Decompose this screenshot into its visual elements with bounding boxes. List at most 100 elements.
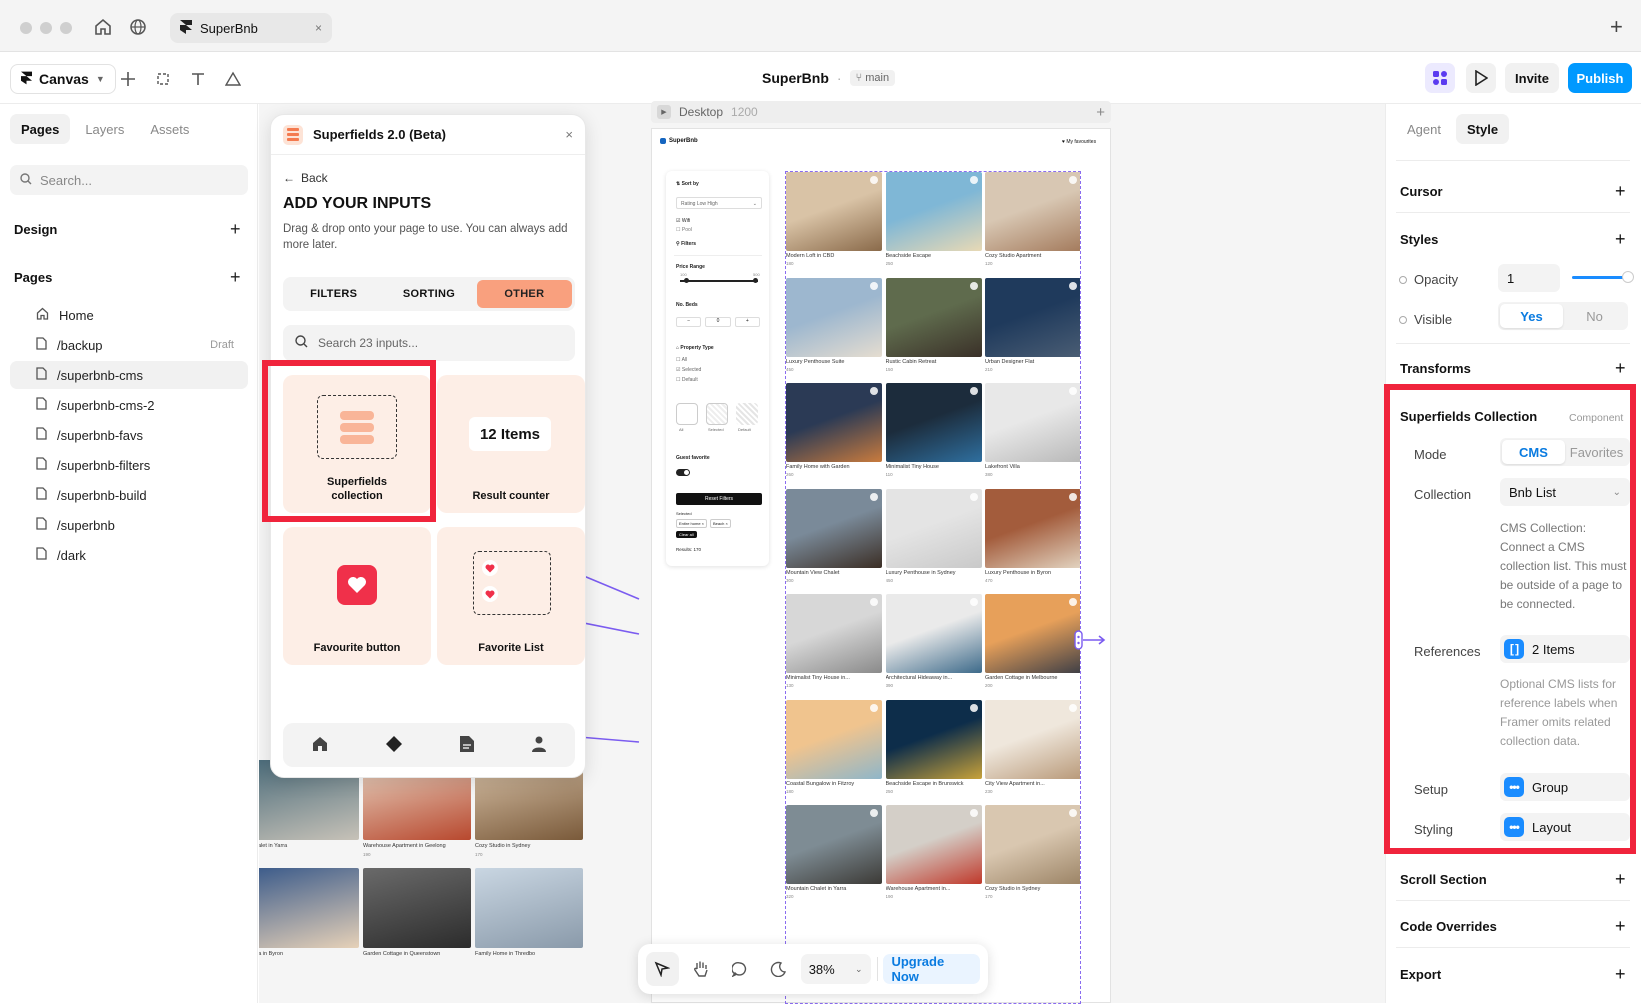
- listing-image[interactable]: [885, 594, 982, 673]
- listing-image[interactable]: [786, 172, 882, 251]
- add-page-icon[interactable]: +: [230, 268, 241, 286]
- listing-image[interactable]: [985, 383, 1080, 462]
- listing-image[interactable]: [363, 868, 471, 948]
- reset-filters-button[interactable]: Reset Filters: [676, 493, 762, 505]
- listing-grid[interactable]: Modern Loft in CBD 180 Beachside Escape 250…: [785, 171, 1081, 1004]
- page-item[interactable]: /superbnb: [10, 511, 248, 539]
- inputs-search-field[interactable]: Search 23 inputs...: [283, 325, 575, 361]
- favourite-heart-icon[interactable]: [969, 281, 978, 290]
- opacity-slider-handle[interactable]: [1622, 271, 1634, 283]
- comment-icon[interactable]: [723, 952, 756, 986]
- listing-image[interactable]: [885, 488, 982, 568]
- new-tab-button[interactable]: +: [1610, 14, 1623, 40]
- user-icon[interactable]: [532, 736, 546, 755]
- chip-entire-home[interactable]: Entire home ×: [676, 519, 708, 528]
- components-icon[interactable]: [386, 735, 402, 755]
- close-tab-icon[interactable]: ×: [315, 21, 322, 35]
- favorite-list-card[interactable]: Favorite List: [437, 527, 585, 665]
- page-item[interactable]: /superbnb-filters: [10, 451, 248, 479]
- tab-style[interactable]: Style: [1455, 114, 1510, 144]
- price-slider-max-handle[interactable]: [753, 278, 758, 283]
- visible-no-option[interactable]: No: [1563, 304, 1626, 328]
- listing-image[interactable]: [885, 383, 982, 462]
- page-item[interactable]: /dark: [10, 541, 248, 569]
- close-icon[interactable]: ×: [565, 127, 573, 142]
- listing-image[interactable]: [475, 868, 583, 948]
- type-default-tile[interactable]: [736, 403, 758, 425]
- favourite-heart-icon[interactable]: [1069, 176, 1077, 184]
- hand-tool-icon[interactable]: [685, 952, 718, 986]
- transforms-section[interactable]: Transforms: [1400, 361, 1471, 376]
- price-slider[interactable]: [680, 280, 758, 282]
- chip-beach[interactable]: Beach ×: [710, 519, 731, 528]
- type-default-checkbox[interactable]: ☐ Default: [676, 377, 698, 383]
- favourite-heart-icon[interactable]: [870, 281, 878, 290]
- publish-button[interactable]: Publish: [1568, 63, 1632, 93]
- favourite-heart-icon[interactable]: [870, 598, 878, 606]
- add-transform-icon[interactable]: +: [1615, 359, 1626, 377]
- clear-all-button[interactable]: Clear all: [676, 531, 697, 538]
- listing-image[interactable]: [786, 383, 882, 462]
- tab-pages[interactable]: Pages: [10, 114, 71, 144]
- tab-sorting[interactable]: SORTING: [381, 280, 476, 308]
- listing-image[interactable]: [985, 488, 1080, 568]
- favourite-heart-icon[interactable]: [870, 492, 878, 501]
- page-item[interactable]: /superbnb-build: [10, 481, 248, 509]
- tab-filters[interactable]: FILTERS: [286, 280, 381, 308]
- add-breakpoint-icon[interactable]: +: [1096, 104, 1105, 121]
- tab-layers[interactable]: Layers: [74, 114, 135, 144]
- resize-handle-icon[interactable]: [1074, 629, 1108, 654]
- page-item[interactable]: /backup Draft: [10, 331, 248, 359]
- favourite-heart-icon[interactable]: [870, 176, 878, 184]
- add-scroll-section-icon[interactable]: +: [1615, 870, 1626, 888]
- text-tool-icon[interactable]: [187, 68, 209, 90]
- listing-image[interactable]: [786, 488, 882, 568]
- type-all-checkbox[interactable]: ☐ All: [676, 357, 687, 363]
- favourite-heart-icon[interactable]: [969, 703, 978, 712]
- pool-checkbox[interactable]: ☐ Pool: [676, 227, 692, 233]
- browser-tab[interactable]: SuperBnb ×: [170, 13, 332, 43]
- favourite-heart-icon[interactable]: [969, 387, 978, 395]
- vector-tool-icon[interactable]: [222, 68, 244, 90]
- listing-image[interactable]: [885, 699, 982, 779]
- listing-image[interactable]: [786, 805, 882, 884]
- listing-image[interactable]: [885, 805, 982, 884]
- guest-favorite-toggle[interactable]: [676, 469, 690, 476]
- price-slider-min-handle[interactable]: [684, 278, 689, 283]
- branch-badge[interactable]: ⑂ main: [849, 70, 896, 86]
- favourite-heart-icon[interactable]: [969, 176, 978, 184]
- listing-image[interactable]: [885, 172, 982, 251]
- back-button[interactable]: ← Back: [283, 171, 328, 185]
- opacity-slider[interactable]: [1572, 276, 1628, 279]
- favourite-heart-icon[interactable]: [870, 809, 878, 817]
- favourite-button-card[interactable]: Favourite button: [283, 527, 431, 665]
- tab-agent[interactable]: Agent: [1396, 114, 1452, 144]
- export-section[interactable]: Export: [1400, 967, 1441, 982]
- beds-increment-button[interactable]: +: [734, 317, 760, 327]
- play-icon[interactable]: ▶: [657, 105, 671, 119]
- frame-tool-icon[interactable]: [152, 68, 174, 90]
- listing-image[interactable]: [985, 805, 1080, 884]
- favourite-heart-icon[interactable]: [870, 703, 878, 712]
- type-all-tile[interactable]: [676, 403, 698, 425]
- listing-image[interactable]: [985, 594, 1080, 673]
- home-icon[interactable]: [94, 18, 112, 39]
- favourite-heart-icon[interactable]: [1069, 703, 1077, 712]
- opacity-toggle-icon[interactable]: [1399, 276, 1407, 284]
- page-item[interactable]: /superbnb-cms: [10, 361, 248, 389]
- beds-decrement-button[interactable]: −: [676, 317, 702, 327]
- desktop-frame[interactable]: SuperBnb ♥ My favourites ⇅ Sort by Ratin…: [651, 128, 1111, 1004]
- styles-section[interactable]: Styles: [1400, 232, 1438, 247]
- page-item[interactable]: /superbnb-cms-2: [10, 391, 248, 419]
- opacity-input[interactable]: 1: [1498, 264, 1560, 292]
- favourite-heart-icon[interactable]: [1069, 387, 1077, 395]
- scroll-section[interactable]: Scroll Section: [1400, 872, 1487, 887]
- add-style-icon[interactable]: +: [1615, 230, 1626, 248]
- tab-other[interactable]: OTHER: [476, 280, 572, 308]
- result-counter-card[interactable]: 12 Items Result counter: [437, 375, 585, 513]
- type-selected-tile[interactable]: [706, 403, 728, 425]
- zoom-window-button[interactable]: [60, 22, 72, 34]
- listing-image[interactable]: [985, 277, 1080, 357]
- invite-button[interactable]: Invite: [1505, 63, 1559, 93]
- add-code-override-icon[interactable]: +: [1615, 917, 1626, 935]
